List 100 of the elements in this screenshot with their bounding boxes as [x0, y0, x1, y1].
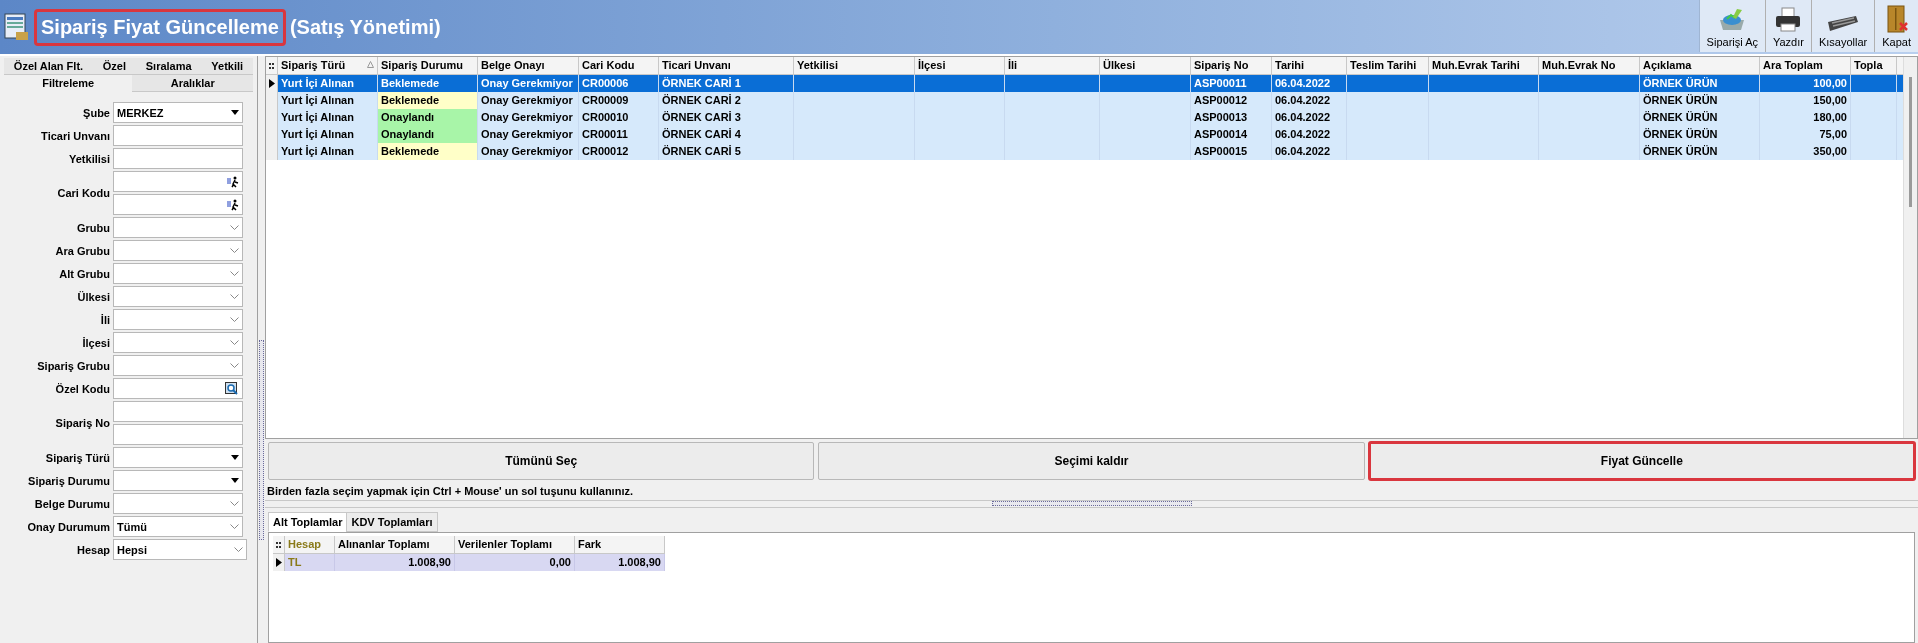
chevron-down-icon	[230, 294, 239, 299]
input-field[interactable]	[113, 171, 243, 192]
dropdown-arrow-icon	[231, 478, 239, 483]
window-icon	[4, 12, 30, 42]
chevron-down-icon	[230, 225, 239, 230]
dropdown-arrow-icon	[231, 455, 239, 460]
field-label: Grubu	[76, 221, 111, 234]
totals-tab[interactable]: Alt Toplamlar	[268, 512, 348, 532]
table-cell: Beklemede	[378, 92, 478, 109]
column-header[interactable]: İlçesi	[915, 57, 1005, 74]
scrollbar-thumb[interactable]	[1909, 77, 1912, 207]
filter-tab[interactable]: Özel Alan Flt.	[4, 58, 93, 75]
toolbar-button[interactable]: Kısayollar	[1811, 0, 1876, 52]
column-header[interactable]: Muh.Evrak Tarihi	[1429, 57, 1539, 74]
field-label: Şube	[82, 106, 111, 119]
action-button[interactable]: Fiyat Güncelle	[1368, 442, 1915, 480]
toolbar-button[interactable]: Kapat	[1875, 0, 1918, 52]
column-header[interactable]: Sipariş No	[1191, 57, 1272, 74]
toolbar-button[interactable]: Yazdır	[1765, 0, 1812, 52]
field-label: Ticari Unvanı	[40, 129, 111, 142]
column-header[interactable]: Açıklama	[1640, 57, 1760, 74]
input-field[interactable]	[113, 286, 243, 307]
column-header[interactable]: Belge Onayı	[478, 57, 579, 74]
chevron-down-icon	[230, 363, 239, 368]
input-field[interactable]	[113, 263, 243, 284]
column-header[interactable]: İli	[1005, 57, 1100, 74]
field-label: Alt Grubu	[58, 267, 111, 280]
dropdown-arrow-icon	[231, 110, 239, 115]
field-label: Onay Durumum	[26, 520, 111, 533]
filter-tab[interactable]: Aralıklar	[132, 75, 253, 92]
field-label: Sipariş No	[54, 417, 111, 429]
field-label: Cari Kodu	[56, 187, 111, 199]
grid-row[interactable]: Yurt İçi Alınan Onaylandı Onay Gerekmiyor CR00010 ÖRNEK CARİ 3 ASP00013 06.04.2022 ÖRNEK ÜRÜN 180,00	[266, 109, 1903, 126]
column-header[interactable]: Sipariş Durumu	[378, 57, 478, 74]
grid-row[interactable]: Yurt İçi Alınan Beklemede Onay Gerekmiyor CR00009 ÖRNEK CARİ 2 ASP00012 06.04.2022 ÖRNEK ÜRÜN 150,00	[266, 92, 1903, 109]
column-header[interactable]: Cari Kodu	[579, 57, 659, 74]
table-cell: Onaylandı	[378, 109, 478, 126]
toolbar-button[interactable]: Siparişi Aç	[1699, 0, 1766, 52]
table-cell: ÖRNEK CARİ 5	[659, 143, 794, 160]
column-header[interactable]: Muh.Evrak No	[1539, 57, 1640, 74]
totals-tab[interactable]: KDV Toplamları	[346, 512, 438, 532]
action-button[interactable]: Seçimi kaldır	[818, 442, 1365, 480]
row-header[interactable]	[273, 554, 285, 571]
grid-row[interactable]: Yurt İçi Alınan Beklemede Onay Gerekmiyor CR00012 ÖRNEK CARİ 5 ASP00015 06.04.2022 ÖRNEK ÜRÜN 350,00	[266, 143, 1903, 160]
input-field[interactable]	[113, 125, 243, 146]
column-header[interactable]: Topla	[1851, 57, 1897, 74]
table-cell: 06.04.2022	[1272, 143, 1347, 160]
input-field[interactable]	[113, 470, 243, 491]
grid-row[interactable]: Yurt İçi Alınan Onaylandı Onay Gerekmiyor CR00011 ÖRNEK CARİ 4 ASP00014 06.04.2022 ÖRNEK ÜRÜN 75,00	[266, 126, 1903, 143]
chevron-down-icon	[230, 501, 239, 506]
input-field[interactable]	[113, 493, 243, 514]
filter-tab[interactable]: Özel	[92, 58, 136, 75]
column-header[interactable]: Ticari Unvanı	[659, 57, 794, 74]
window-title: Sipariş Fiyat Güncelleme	[34, 8, 286, 46]
column-header[interactable]: Fark	[575, 536, 665, 553]
column-header[interactable]: Ülkesi	[1100, 57, 1191, 74]
column-header[interactable]: Alınanlar Toplamı	[335, 536, 455, 553]
splitter-handle[interactable]	[259, 339, 264, 540]
field-label: Hesap	[75, 543, 111, 556]
table-cell: CR00012	[579, 143, 659, 160]
input-field[interactable]: MERKEZ	[113, 102, 243, 123]
input-field[interactable]	[113, 424, 243, 445]
column-header[interactable]: Ara Toplam	[1760, 57, 1851, 74]
input-field[interactable]: Tümü	[113, 516, 243, 537]
input-field[interactable]	[113, 194, 243, 215]
table-cell: 350,00	[1760, 143, 1851, 160]
row-header[interactable]	[266, 75, 278, 92]
input-field[interactable]	[113, 401, 243, 422]
input-field[interactable]	[113, 355, 243, 376]
column-header[interactable]: Teslim Tarihi	[1347, 57, 1429, 74]
input-field[interactable]	[113, 447, 243, 468]
input-field[interactable]	[113, 332, 243, 353]
running-figure-icon	[227, 175, 239, 188]
field-label: Yetkilisi	[68, 152, 111, 165]
column-header[interactable]: Hesap	[285, 536, 335, 553]
grid-row[interactable]: Yurt İçi Alınan Beklemede Onay Gerekmiyor CR00006 ÖRNEK CARİ 1 ASP00011 06.04.2022 ÖRNEK ÜRÜN 100,00	[266, 75, 1903, 92]
column-header[interactable]: Sipariş Türü	[278, 57, 378, 74]
search-icon	[225, 382, 239, 395]
input-field[interactable]	[113, 240, 243, 261]
field-label: Sipariş Durumu	[27, 474, 111, 487]
splitter-handle[interactable]	[991, 501, 1192, 506]
input-field[interactable]	[113, 148, 243, 169]
filter-tab[interactable]: Sıralama	[135, 58, 202, 75]
input-field[interactable]	[113, 378, 243, 399]
filter-tab[interactable]: Yetkili	[201, 58, 253, 75]
chevron-down-icon	[230, 248, 239, 253]
chevron-down-icon	[230, 524, 239, 529]
table-cell: 1.008,90	[335, 554, 455, 571]
table-cell: 0,00	[455, 554, 575, 571]
grip-dots-icon	[269, 62, 274, 69]
action-button[interactable]: Tümünü Seç	[268, 442, 815, 480]
input-field[interactable]	[113, 217, 243, 238]
column-header[interactable]: Tarihi	[1272, 57, 1347, 74]
column-header[interactable]: Verilenler Toplamı	[455, 536, 575, 553]
chevron-down-icon	[234, 547, 243, 552]
column-header[interactable]: Yetkilisi	[794, 57, 915, 74]
input-field[interactable]	[113, 309, 243, 330]
field-label: Sipariş Grubu	[36, 359, 111, 372]
input-field[interactable]: Hepsi	[113, 539, 247, 560]
table-cell: TL	[285, 554, 335, 571]
